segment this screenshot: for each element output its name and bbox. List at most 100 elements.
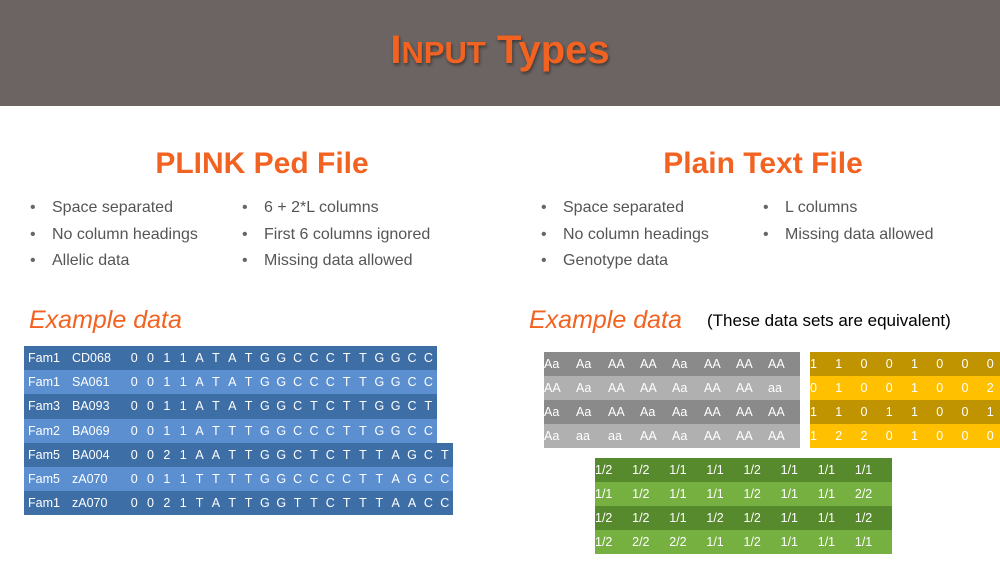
table-cell: G [276,447,287,462]
table-cell: 1/2 [743,535,761,549]
table-cell: T [228,496,237,511]
table-cell: 1/1 [854,463,873,477]
table-cell: 1/1 [780,511,799,525]
table-cell: A [228,375,237,390]
table-cell: C [293,447,303,462]
table-cell: A [391,496,400,511]
table-cell: 1 [810,405,817,419]
table-cell: C [423,375,433,390]
bullet-item: Missing data allowed [761,222,934,249]
table-cell: 0 [147,447,154,462]
table-cell: T [359,447,367,462]
table-cell: 2 [163,496,171,511]
genotype-letters-table: Aa Aa AA AA Aa AA AA AA AA Aa AA AA Aa AA AA aa Aa Aa AA Aa… [544,352,800,448]
table-cell: 0 [986,429,994,443]
table-cell: 0 [147,399,154,414]
table-cell: T [244,375,253,390]
table-cell: A [391,447,400,462]
table-cell: 1/1 [817,463,836,477]
table-cell: AA [768,429,785,443]
table-cell: 2 [163,447,171,462]
table-cell: 1/1 [706,535,724,549]
table-cell: C [342,472,352,487]
table-row: AA Aa AA AA Aa AA AA aa [544,376,800,400]
table-cell: Aa [672,381,688,395]
plink-example-label: Example data [29,306,182,334]
table-cell: Fam1 [28,496,60,511]
table-cell: AA [704,357,721,371]
table-cell: C [423,496,433,511]
table-cell: 0 [961,357,969,371]
table-cell: T [244,351,253,366]
table-cell: 1 [163,375,171,390]
table-cell: AA [768,357,785,371]
table-cell: 0 [130,399,138,414]
table-cell: T [228,423,237,438]
table-cell: 0 [130,472,138,487]
table-cell: T [195,472,204,487]
bullet-item: Genotype data [539,248,709,275]
table-cell: A [391,472,400,487]
table-row: Aa Aa AA AA Aa AA AA AA [544,352,800,376]
table-cell: AA [640,429,657,443]
table-row: Fam1 zA070 0 0 2 1 T A T T G G T T C T T T A A C C [24,491,453,516]
table-cell: 1/1 [706,487,724,501]
table-cell: C [423,351,433,366]
table-cell: C [293,375,303,390]
table-cell: C [293,423,303,438]
table-cell: 2/2 [632,535,650,549]
table-cell: BA004 [72,447,110,462]
table-cell: A [407,496,417,511]
table-cell: 1/1 [706,463,724,477]
table-cell: G [276,423,287,438]
table-cell: 1/1 [669,511,687,525]
table-cell: Fam5 [28,447,60,462]
table-cell: 2/2 [669,535,687,549]
table-cell: 1/1 [669,487,687,501]
table-cell: AA [704,429,721,443]
table-cell: T [244,423,253,438]
table-cell: T [244,399,253,414]
table-cell: 1 [179,472,187,487]
table-cell: BA069 [72,423,110,438]
table-cell: T [228,447,237,462]
table-cell: C [407,375,417,390]
table-cell: G [276,399,287,414]
table-cell: 1 [911,381,918,395]
plink-ped-table: Fam1 CD068 0 0 1 1 A T A T G G C C C T T G G C C Fam1 SA061 0 0 1… [24,346,453,516]
table-cell: 1 [179,423,187,438]
table-cell: 1/1 [780,535,799,549]
table-row: 1/2 2/2 2/2 1/1 1/2 1/1 1/1 1/1 [595,530,892,554]
table-cell: Aa [576,357,592,371]
table-cell: A [228,351,237,366]
table-row: Aa aa aa AA Aa AA AA AA [544,424,800,448]
slide-title: INPUT Types [390,28,610,72]
table-cell: C [325,375,335,390]
table-cell: Fam5 [28,472,60,487]
table-cell: G [374,375,385,390]
table-row: Fam5 BA004 0 0 2 1 A A T T G G C T C T T T A G C T [24,442,453,467]
table-cell: T [244,447,253,462]
table-cell: 0 [147,496,154,511]
table-cell: G [260,496,270,511]
bullet-item: Allelic data [28,248,198,275]
table-cell: G [374,399,385,414]
table-cell: AA [704,405,721,419]
table-cell: 0 [961,381,969,395]
table-cell: 1 [163,399,171,414]
bullet-item: No column headings [539,222,709,249]
table-row: 1/2 1/2 1/1 1/2 1/2 1/1 1/1 1/2 [595,506,892,530]
table-cell: T [342,399,351,414]
table-row: 1/1 1/2 1/1 1/1 1/2 1/1 1/1 2/2 [595,482,892,506]
table-cell: T [212,423,220,438]
table-cell: 1/2 [632,511,650,525]
table-cell: 1 [179,447,187,462]
plain-text-section-title: Plain Text File [663,147,863,180]
table-cell: C [440,496,450,511]
table-cell: 1 [163,423,171,438]
bullet-item: Space separated [28,195,198,222]
table-cell: 1/2 [595,535,613,549]
table-cell: 1 [163,472,171,487]
table-cell: AA [704,381,721,395]
bullet-item: Space separated [539,195,709,222]
